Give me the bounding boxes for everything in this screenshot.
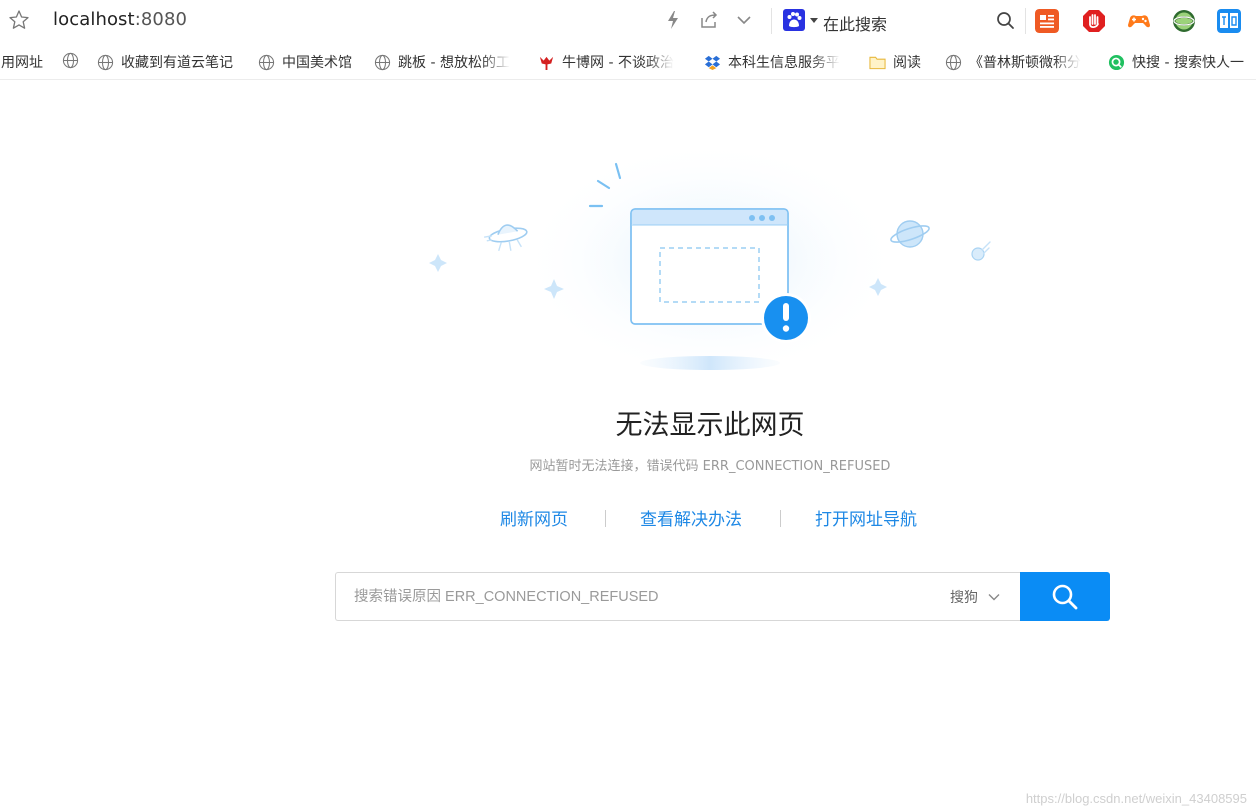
bookmark-item[interactable]: 用网址 — [1, 52, 43, 72]
globe-icon — [374, 54, 391, 70]
adblock-icon[interactable] — [1082, 9, 1106, 33]
folder-icon — [869, 56, 886, 69]
bookmark-item[interactable]: 牛博网 - 不谈政治 — [538, 52, 674, 72]
bookmark-item[interactable]: 中国美术馆 — [258, 52, 352, 72]
dropbox-icon — [704, 55, 721, 70]
bookmark-item[interactable]: 跳板 - 想放松的工 — [374, 52, 510, 72]
error-title: 无法显示此网页 — [615, 410, 805, 441]
bookmark-item[interactable]: 快搜 - 搜索快人一 — [1108, 52, 1244, 72]
lightning-icon[interactable] — [664, 10, 682, 30]
bookmark-item[interactable]: 本科生信息服务平 — [704, 52, 840, 72]
url-port: :8080 — [134, 9, 188, 30]
error-search-input[interactable] — [354, 585, 934, 609]
globe-icon — [97, 54, 114, 70]
search-icon[interactable] — [996, 11, 1016, 31]
error-actions: 刷新网页 查看解决办法 打开网址导航 — [500, 505, 940, 531]
divider — [605, 510, 606, 527]
error-search-box: 搜狗 — [335, 572, 1021, 621]
bookmark-label: 《普林斯顿微积分 — [969, 55, 1081, 71]
globe-icon — [258, 54, 275, 70]
divider — [771, 8, 772, 34]
bookmarks-bar: 用网址 收藏到有道云笔记 中国美术馆 跳板 - 想放松的工 牛博网 - 不谈政治… — [0, 42, 1256, 80]
divider — [1025, 8, 1026, 34]
url-host: localhost — [53, 9, 135, 30]
watermark: https://blog.csdn.net/weixin_43408595 — [1025, 791, 1247, 806]
news-card-icon[interactable] — [1035, 9, 1059, 33]
comet-icon — [971, 241, 991, 261]
bookmark-label: 牛博网 - 不谈政治 — [562, 55, 674, 71]
baidu-paw-icon — [783, 9, 805, 31]
globe-extension-icon[interactable] — [1172, 9, 1196, 33]
view-solution-link[interactable]: 查看解决办法 — [640, 505, 742, 530]
bookmark-label: 收藏到有道云笔记 — [121, 55, 233, 71]
bookmark-label: 阅读 — [893, 55, 921, 71]
kuaisou-icon — [1108, 54, 1125, 70]
search-button[interactable] — [1020, 572, 1110, 621]
bookmark-label: 本科生信息服务平 — [728, 55, 840, 71]
search-engine-dropdown[interactable]: 搜狗 — [950, 587, 1000, 607]
alert-badge-icon — [761, 293, 811, 343]
divider — [780, 510, 781, 527]
search-engine-label: 搜狗 — [950, 590, 978, 606]
globe-icon — [945, 54, 962, 70]
error-illustration — [429, 150, 991, 380]
bookmark-label: 用网址 — [1, 55, 43, 71]
bookmark-label: 跳板 - 想放松的工 — [398, 55, 510, 71]
chevron-down-icon[interactable] — [736, 10, 752, 30]
address-bar: localhost:8080 在此搜索 — [0, 0, 1256, 42]
niubo-icon — [539, 56, 554, 70]
sparkle-icon — [429, 254, 447, 272]
bookmark-item[interactable]: 收藏到有道云笔记 — [97, 52, 233, 72]
open-nav-link[interactable]: 打开网址导航 — [815, 505, 917, 530]
bookmark-label: 中国美术馆 — [282, 55, 352, 71]
share-icon[interactable] — [698, 10, 720, 30]
bookmark-star-icon[interactable] — [7, 8, 31, 32]
search-field[interactable]: 在此搜索 — [823, 11, 887, 35]
url-field[interactable]: localhost:8080 — [53, 9, 187, 30]
gamepad-icon[interactable] — [1127, 9, 1151, 33]
search-icon — [1052, 584, 1078, 609]
bookmark-item[interactable] — [62, 52, 79, 69]
search-engine-selector[interactable] — [783, 9, 818, 31]
error-subtitle: 网站暂时无法连接，错误代码 ERR_CONNECTION_REFUSED — [529, 459, 891, 474]
bookmark-label: 快搜 - 搜索快人一 — [1132, 55, 1244, 71]
refresh-page-link[interactable]: 刷新网页 — [500, 505, 568, 530]
bookmark-item[interactable]: 阅读 — [869, 52, 921, 72]
ground-shadow — [640, 356, 780, 370]
globe-icon — [62, 52, 79, 69]
bookmark-item[interactable]: 《普林斯顿微积分 — [945, 52, 1081, 72]
translate-icon[interactable] — [1217, 9, 1241, 33]
chevron-down-icon — [988, 594, 1000, 601]
caret-down-icon — [810, 17, 818, 23]
